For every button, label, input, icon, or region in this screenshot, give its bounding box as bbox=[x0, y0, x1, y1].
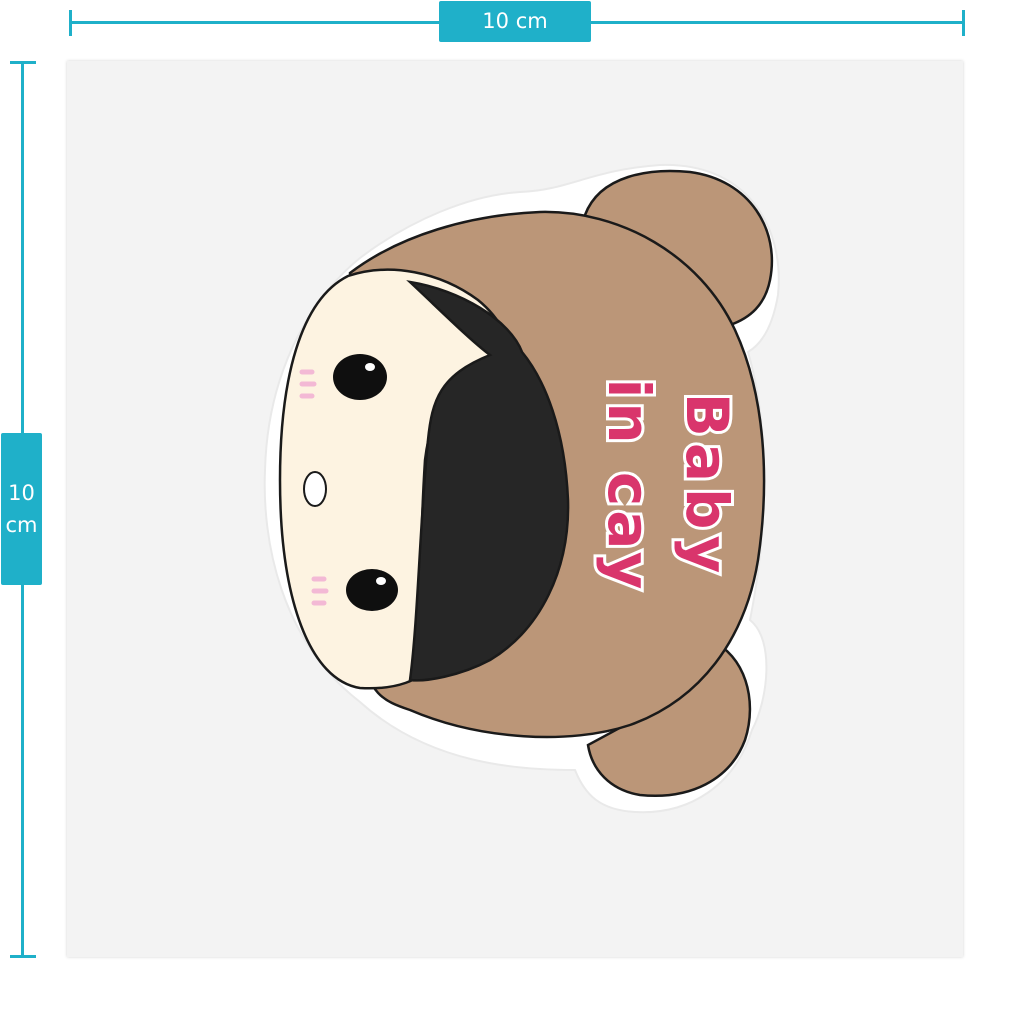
sticker-text-line-2: in cay bbox=[595, 379, 663, 594]
bear-hood-baby-icon: Baby in cay bbox=[263, 163, 780, 814]
product-preview: 10 cm 10 cm Baby in cay bbox=[0, 0, 1024, 1024]
nose bbox=[303, 471, 327, 507]
eye-left bbox=[333, 354, 387, 400]
sticker-text-line-1: Baby bbox=[673, 393, 741, 580]
eye-right bbox=[346, 569, 398, 611]
